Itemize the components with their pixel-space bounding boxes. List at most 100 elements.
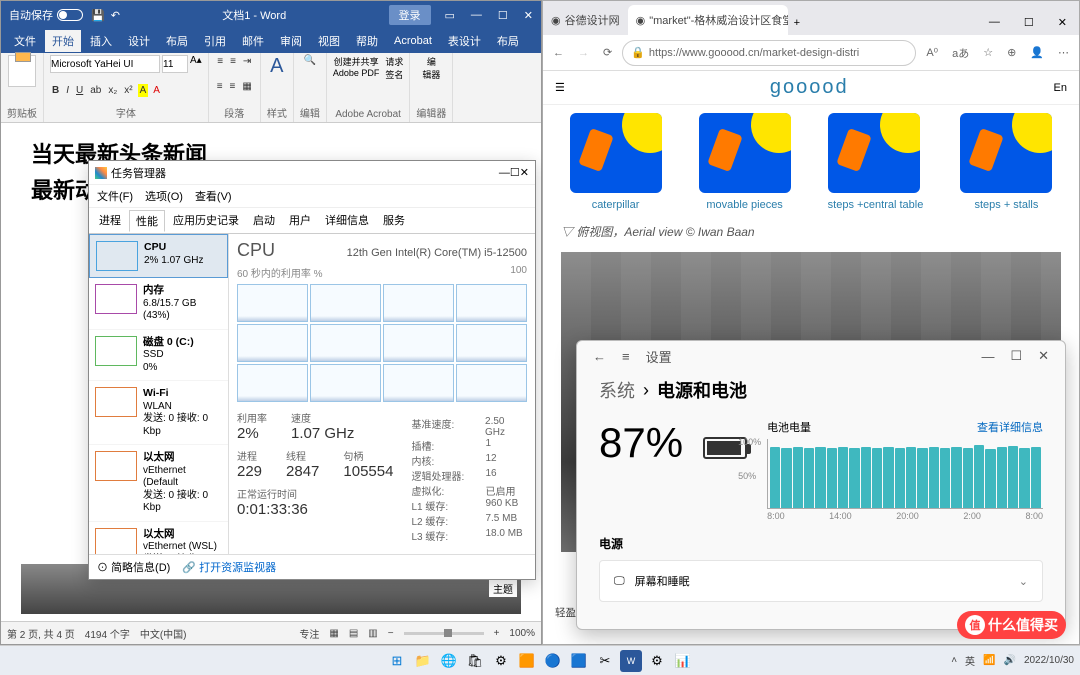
app-icon[interactable]: 🟦 [568,650,590,672]
shading-icon[interactable]: ▦ [240,80,253,93]
view-read-icon[interactable]: ▦ [329,628,338,639]
bullets-icon[interactable]: ≡ [215,55,225,68]
ime-indicator[interactable]: 英 [965,653,975,668]
close-icon[interactable]: ✕ [1046,10,1079,35]
menu-view[interactable]: 查看(V) [195,188,232,204]
numbering-icon[interactable]: ≡ [228,55,238,68]
design-thumb[interactable]: steps +central table [828,113,924,211]
explorer-icon[interactable]: 📁 [412,650,434,672]
tab-acrobat[interactable]: Acrobat [387,32,439,50]
browser-tab-1[interactable]: ◉谷德设计网 [543,5,628,35]
request-sig-button[interactable]: 请求 签名 [385,55,403,81]
create-pdf-button[interactable]: 创建并共享 Adobe PDF [333,55,380,81]
design-thumb[interactable]: steps + stalls [960,113,1052,211]
screen-sleep-item[interactable]: 🖵 屏幕和睡眠 ⌄ [599,560,1043,602]
fontcolor-button[interactable]: A [151,84,162,97]
editor-button[interactable]: 编 辑器 [422,55,440,81]
autosave-toggle[interactable]: 自动保存 [9,7,83,23]
tray-chevron-icon[interactable]: ˄ [951,655,957,666]
tab-performance[interactable]: 性能 [129,210,165,232]
grow-font-icon[interactable]: A▴ [190,55,202,73]
menu-file[interactable]: 文件(F) [97,188,133,204]
language[interactable]: 中文(中国) [140,626,187,641]
focus-mode[interactable]: 专注 [299,626,319,641]
hamburger-icon[interactable]: ☰ [555,81,565,94]
tab-file[interactable]: 文件 [7,30,43,52]
paste-icon[interactable] [8,55,36,87]
minimize-icon[interactable]: — [973,347,1002,366]
font-size-select[interactable] [162,55,188,73]
maximize-icon[interactable]: ☐ [510,166,520,179]
sub-button[interactable]: x₂ [106,84,119,97]
zoom-slider[interactable] [404,632,484,635]
site-logo[interactable]: gooood [565,76,1054,99]
align-left-icon[interactable]: ≡ [215,80,225,93]
italic-button[interactable]: I [64,84,71,97]
minimize-icon[interactable]: — [499,167,510,179]
maximize-icon[interactable]: ☐ [1012,10,1046,35]
taskmgr-icon[interactable]: 📊 [672,650,694,672]
design-thumb[interactable]: caterpillar [570,113,662,211]
tab-home[interactable]: 开始 [45,30,81,52]
translate-icon[interactable]: aあ [948,43,973,63]
save-icon[interactable]: 💾 [91,9,105,22]
app-icon[interactable]: 🔵 [542,650,564,672]
close-icon[interactable]: ✕ [1030,346,1057,366]
breadcrumb-system[interactable]: 系统 [599,377,635,403]
perf-item-wifi[interactable]: Wi-FiWLAN发送: 0 接收: 0 Kbp [89,381,228,445]
forward-icon[interactable]: → [574,45,593,61]
favorite-icon[interactable]: ☆ [979,44,997,61]
app-icon[interactable]: ⚙ [490,650,512,672]
zoom-out-icon[interactable]: − [388,628,394,639]
resmon-link[interactable]: 🔗 打开资源监视器 [182,559,276,575]
perf-item-0c[interactable]: 磁盘 0 (C:)SSD0% [89,330,228,382]
tab-services[interactable]: 服务 [377,210,411,231]
tab-layout2[interactable]: 布局 [490,30,526,52]
ribbon-opts-icon[interactable]: ▭ [437,9,463,22]
wordcount[interactable]: 4194 个字 [85,626,130,641]
strike-button[interactable]: ab [88,84,103,97]
start-icon[interactable]: ⊞ [386,650,408,672]
word-icon[interactable]: W [620,650,642,672]
page-indicator[interactable]: 第 2 页, 共 4 页 [7,626,75,641]
back-icon[interactable]: ← [549,45,568,61]
sup-button[interactable]: x² [122,84,134,97]
tab-processes[interactable]: 进程 [93,210,127,231]
bold-button[interactable]: B [50,84,61,97]
perf-item-cpu[interactable]: CPU2% 1.07 GHz [89,234,228,278]
brief-toggle[interactable]: ⊙ 简略信息(D) [97,559,170,575]
minimize-icon[interactable]: — [463,9,490,21]
lang-switch[interactable]: En [1054,82,1067,94]
tab-insert[interactable]: 插入 [83,30,119,52]
tab-users[interactable]: 用户 [283,210,317,231]
tab-layout[interactable]: 布局 [159,30,195,52]
hamburger-icon[interactable]: ≡ [614,347,638,366]
refresh-icon[interactable]: ⟳ [599,44,616,61]
zoom-in-icon[interactable]: + [494,628,500,639]
find-icon[interactable]: 🔍 [304,55,316,66]
browser-tab-2[interactable]: ◉"market"-格林威治设计区食堂✕ [628,5,788,35]
snip-icon[interactable]: ✂ [594,650,616,672]
tab-details[interactable]: 详细信息 [319,210,375,231]
perf-item-[interactable]: 内存6.8/15.7 GB (43%) [89,278,228,330]
view-web-icon[interactable]: ▥ [368,628,377,639]
maximize-icon[interactable]: ☐ [490,9,516,22]
read-aloud-icon[interactable]: A⁰ [922,44,942,61]
tab-mail[interactable]: 邮件 [235,30,271,52]
detail-link[interactable]: 查看详细信息 [977,419,1043,435]
maximize-icon[interactable]: ☐ [1002,346,1030,366]
store-icon[interactable]: 🛍 [464,650,486,672]
perf-item-[interactable]: 以太网vEthernet (WSL)发送: 0 接收: 0 Kbp [89,522,228,555]
back-icon[interactable]: ← [585,347,614,366]
close-icon[interactable]: ✕ [520,166,529,179]
tab-ref[interactable]: 引用 [197,30,233,52]
view-print-icon[interactable]: ▤ [349,628,358,639]
settings-icon[interactable]: ⚙ [646,650,668,672]
tab-tabledesign[interactable]: 表设计 [441,30,488,52]
wifi-icon[interactable]: 📶 [983,655,995,666]
minimize-icon[interactable]: — [977,10,1012,35]
clock[interactable]: 2022/10/30 [1024,655,1074,666]
styles-icon[interactable]: A [270,55,283,78]
edge-icon[interactable]: 🌐 [438,650,460,672]
align-center-icon[interactable]: ≡ [228,80,238,93]
